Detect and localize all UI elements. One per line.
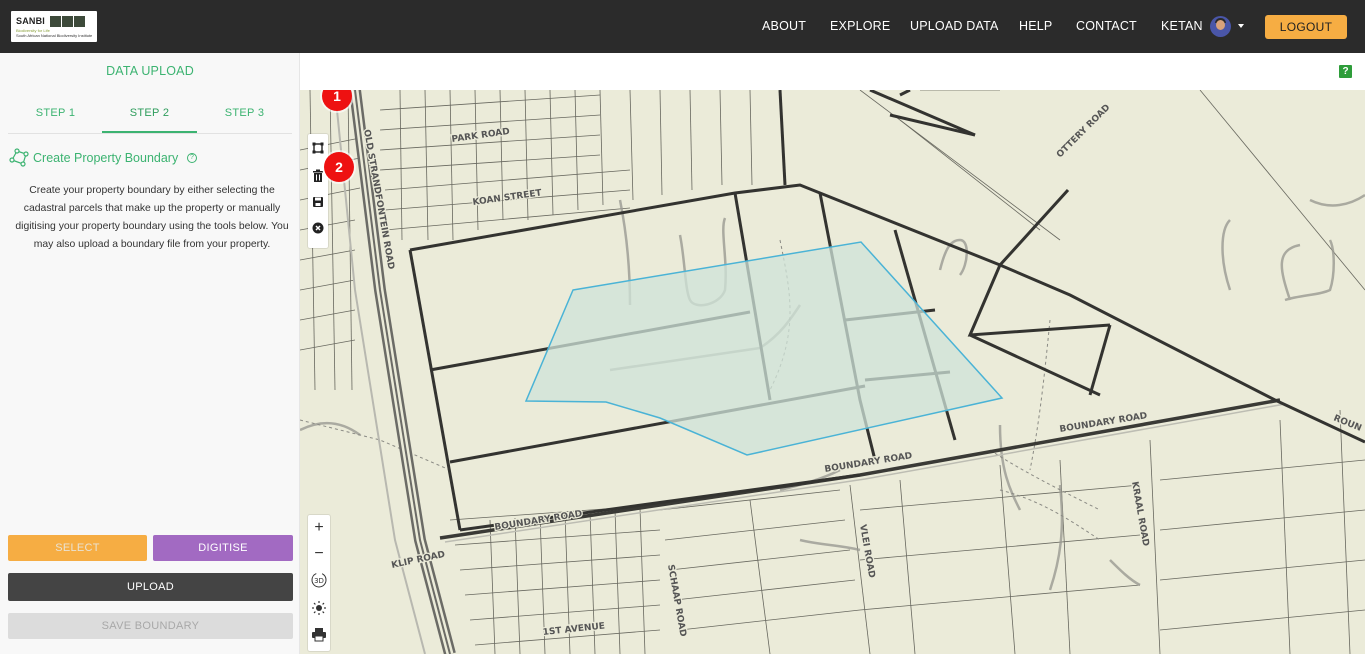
logo-square-1 <box>50 16 62 27</box>
step-tabs: STEP 1 STEP 2 STEP 3 <box>8 97 292 134</box>
printer-icon <box>312 628 326 642</box>
road-label-boundary-west: BOUNDARY ROAD <box>494 509 583 533</box>
info-help-icon[interactable]: ? <box>187 153 197 163</box>
section-description: Create your property boundary by either … <box>15 185 289 250</box>
polygon-draw-icon <box>312 142 324 154</box>
user-avatar[interactable] <box>1210 16 1231 37</box>
tab-step-3[interactable]: STEP 3 <box>197 97 292 133</box>
user-name[interactable]: KETAN <box>1161 0 1203 53</box>
panel-title: DATA UPLOAD <box>106 64 194 78</box>
top-navbar: SANBI Biodiversity for Life South Africa… <box>0 0 1365 53</box>
map-zoom-controls: + − 3D <box>308 515 330 651</box>
road-label-koan: KOAN STREET <box>472 188 543 208</box>
section-title: Create Property Boundary <box>33 151 179 165</box>
save-boundary-button[interactable]: SAVE BOUNDARY <box>8 613 293 639</box>
logo-square-2 <box>62 16 74 27</box>
road-label-boundary-mid: BOUNDARY ROAD <box>824 451 913 475</box>
annotation-marker-2: 2 <box>324 152 354 182</box>
map-header-strip: ? <box>300 53 1365 90</box>
zoom-in-button[interactable]: + <box>308 515 330 541</box>
save-icon <box>313 197 323 207</box>
polygon-nodes-icon <box>9 148 29 167</box>
map-container: ? PARK ROAD KOAN STREET OLD STRANDFONTEI… <box>300 53 1365 654</box>
road-label-schaap: SCHAAP ROAD <box>665 564 688 638</box>
logo-square-3 <box>74 16 86 27</box>
logo-title: SANBI <box>16 16 46 26</box>
rotate-3d-icon: 3D <box>311 572 327 588</box>
toggle-3d-button[interactable]: 3D <box>308 567 330 593</box>
logout-button[interactable]: LOGOUT <box>1265 15 1347 39</box>
road-label-ottery: OTTERY ROAD <box>1055 103 1112 160</box>
print-button[interactable] <box>308 621 330 647</box>
map-help-button[interactable]: ? <box>1339 65 1352 78</box>
data-upload-panel: DATA UPLOAD STEP 1 STEP 2 STEP 3 Create … <box>0 53 300 654</box>
sun-icon <box>312 601 326 615</box>
upload-button[interactable]: UPLOAD <box>8 573 293 601</box>
sanbi-logo[interactable]: SANBI Biodiversity for Life South Africa… <box>11 11 97 42</box>
map-canvas[interactable]: PARK ROAD KOAN STREET OLD STRANDFONTEIN … <box>300 90 1365 654</box>
tab-step-2[interactable]: STEP 2 <box>102 97 197 133</box>
nav-about[interactable]: ABOUT <box>762 0 806 53</box>
svg-text:3D: 3D <box>314 577 324 585</box>
draw-toolbar <box>308 134 328 248</box>
select-button[interactable]: SELECT <box>8 535 147 561</box>
zoom-out-button[interactable]: − <box>308 541 330 567</box>
logo-caption: South African National Biodiversity Inst… <box>16 33 93 38</box>
road-label-kraal: KRAAL ROAD <box>1129 481 1150 547</box>
road-label-roun: ROUN <box>1332 414 1363 434</box>
map-base-layer: PARK ROAD KOAN STREET OLD STRANDFONTEIN … <box>300 90 1365 654</box>
nav-explore[interactable]: EXPLORE <box>830 0 890 53</box>
digitise-button[interactable]: DIGITISE <box>153 535 293 561</box>
save-tool[interactable] <box>308 192 328 218</box>
cancel-tool[interactable] <box>308 218 328 244</box>
nav-help[interactable]: HELP <box>1019 0 1052 53</box>
nav-upload-data[interactable]: UPLOAD DATA <box>910 0 999 53</box>
user-menu-caret-icon[interactable] <box>1238 24 1244 28</box>
brightness-button[interactable] <box>308 595 330 621</box>
tab-step-1[interactable]: STEP 1 <box>8 97 103 133</box>
close-circle-icon <box>312 222 324 234</box>
nav-contact[interactable]: CONTACT <box>1076 0 1137 53</box>
